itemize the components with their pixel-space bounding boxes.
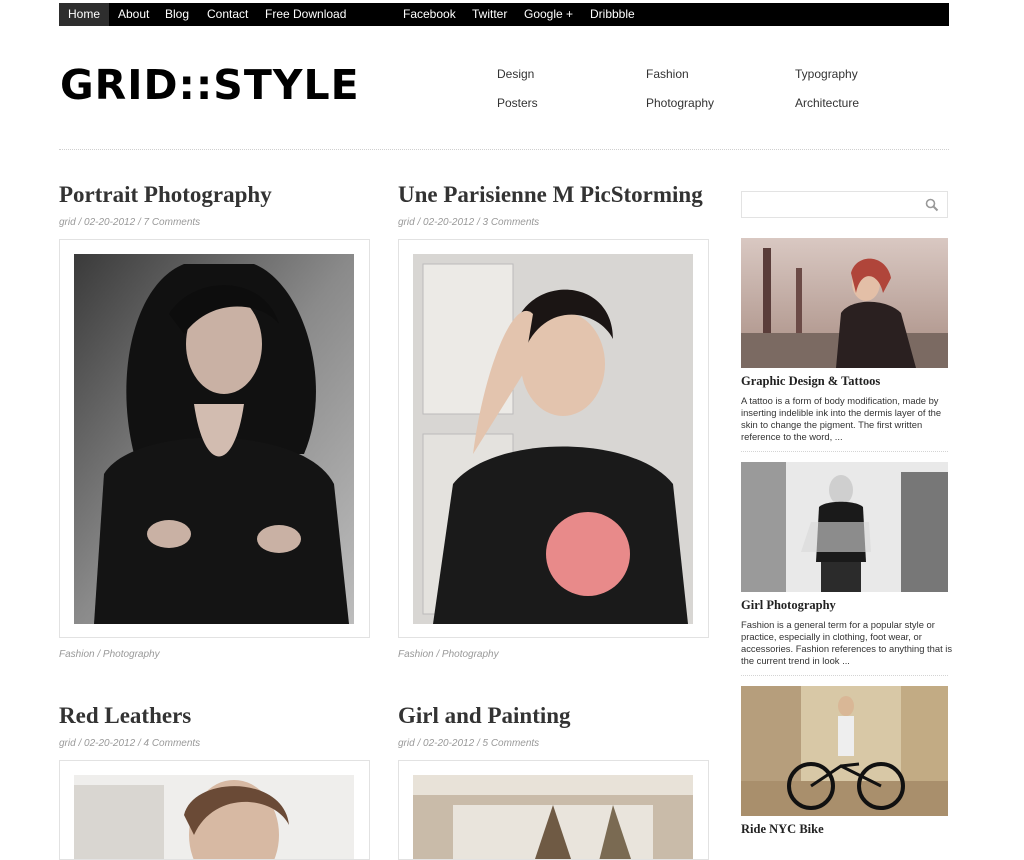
post-title-girl-and-painting[interactable]: Girl and Painting <box>398 703 571 729</box>
post-title-portrait-photography[interactable]: Portrait Photography <box>59 182 272 208</box>
sidebar-image-ride-nyc-bike[interactable] <box>741 686 948 816</box>
nav-free-download[interactable]: Free Download <box>265 3 346 26</box>
site-logo[interactable]: GRID::STYLE <box>60 60 360 110</box>
nav-facebook[interactable]: Facebook <box>403 3 456 26</box>
post-meta: grid / 02-20-2012 / 5 Comments <box>398 738 540 749</box>
top-navigation-bar: Home About Blog Contact Free Download Fa… <box>59 3 949 26</box>
sidebar-excerpt: A tattoo is a form of body modification,… <box>741 395 942 442</box>
post-image-frame[interactable] <box>398 239 709 638</box>
post-image-frame[interactable] <box>59 760 370 860</box>
post-meta: grid / 02-20-2012 / 3 Comments <box>398 217 540 228</box>
sidebar-excerpt: Fashion is a general term for a popular … <box>741 619 953 666</box>
post-meta: grid / 02-20-2012 / 7 Comments <box>59 217 201 228</box>
search-input[interactable] <box>748 192 922 218</box>
category-fashion[interactable]: Fashion <box>646 66 689 82</box>
post-image-frame[interactable] <box>398 760 709 860</box>
category-typography[interactable]: Typography <box>795 66 858 82</box>
sidebar-title-ride-nyc-bike[interactable]: Ride NYC Bike <box>741 822 824 837</box>
post-tags[interactable]: Fashion / Photography <box>398 649 499 661</box>
category-photography[interactable]: Photography <box>646 95 714 111</box>
nav-dribbble[interactable]: Dribbble <box>590 3 635 26</box>
category-posters[interactable]: Posters <box>497 95 538 111</box>
search-icon[interactable] <box>925 198 939 212</box>
nav-google-plus[interactable]: Google + <box>524 3 573 26</box>
category-design[interactable]: Design <box>497 66 534 82</box>
nav-home[interactable]: Home <box>59 3 110 26</box>
category-architecture[interactable]: Architecture <box>795 95 859 111</box>
search-box[interactable] <box>741 191 948 218</box>
header-divider <box>59 149 949 150</box>
post-meta: grid / 02-20-2012 / 4 Comments <box>59 738 201 749</box>
nav-blog[interactable]: Blog <box>165 3 189 26</box>
sidebar-image-girl-photography[interactable] <box>741 462 948 592</box>
post-image-parisienne[interactable] <box>413 254 693 624</box>
nav-contact[interactable]: Contact <box>207 3 248 26</box>
post-image-portrait[interactable] <box>74 254 354 624</box>
sidebar-title-tattoos[interactable]: Graphic Design & Tattoos <box>741 374 880 389</box>
post-title-red-leathers[interactable]: Red Leathers <box>59 703 191 729</box>
nav-about[interactable]: About <box>118 3 149 26</box>
post-image-girl-and-painting[interactable] <box>413 775 693 860</box>
sidebar-image-tattoos[interactable] <box>741 238 948 368</box>
nav-twitter[interactable]: Twitter <box>472 3 507 26</box>
sidebar-divider <box>741 451 948 452</box>
post-tags[interactable]: Fashion / Photography <box>59 649 160 661</box>
post-title-une-parisienne[interactable]: Une Parisienne M PicStorming <box>398 182 703 208</box>
post-image-red-leathers[interactable] <box>74 775 354 860</box>
sidebar-divider <box>741 675 948 676</box>
sidebar-title-girl-photography[interactable]: Girl Photography <box>741 598 836 613</box>
post-image-frame[interactable] <box>59 239 370 638</box>
